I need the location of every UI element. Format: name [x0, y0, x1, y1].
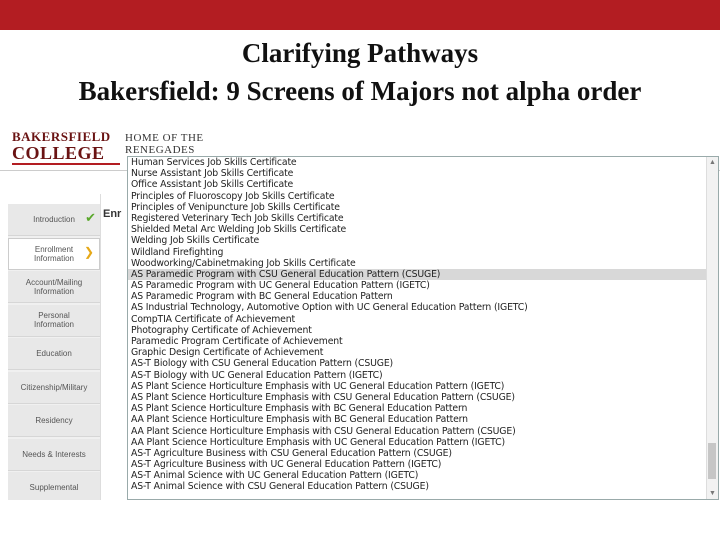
- dropdown-option[interactable]: Graphic Design Certificate of Achievemen…: [128, 347, 718, 358]
- sidebar-item-education[interactable]: Education: [8, 338, 100, 370]
- sidebar-item-label: Enrollment Information: [33, 244, 75, 263]
- dropdown-option[interactable]: AS Industrial Technology, Automotive Opt…: [128, 302, 718, 313]
- dropdown-option[interactable]: Human Services Job Skills Certificate: [128, 157, 718, 168]
- sidebar-item-citizenship[interactable]: Citizenship/Military: [8, 371, 100, 404]
- dropdown-option[interactable]: Principles of Venipuncture Job Skills Ce…: [128, 202, 718, 213]
- sidebar-item-account[interactable]: Account/Mailing Information: [8, 271, 100, 303]
- scrollbar[interactable]: ▲ ▼: [706, 157, 718, 499]
- scrollbar-thumb[interactable]: [708, 443, 716, 479]
- tagline-line-1: Home of the: [125, 132, 204, 144]
- dropdown-option[interactable]: AS Plant Science Horticulture Emphasis w…: [128, 403, 718, 414]
- dropdown-option[interactable]: Welding Job Skills Certificate: [128, 235, 718, 246]
- sidebar-item-label: Introduction: [33, 215, 75, 224]
- slide-title: Clarifying Pathways: [241, 38, 479, 68]
- logo-line-1: BAKERSFIELD: [12, 129, 111, 144]
- sidebar-item-needs[interactable]: Needs & Interests: [8, 438, 100, 471]
- sidebar-item-label: Citizenship/Military: [20, 382, 88, 392]
- tagline-line-2: Renegades: [125, 144, 195, 156]
- option-list: Human Services Job Skills Certificate Nur…: [128, 157, 718, 493]
- checkmark-icon: ✔: [85, 210, 96, 225]
- sidebar-item-label: Education: [36, 349, 72, 358]
- dropdown-option[interactable]: AS Paramedic Program with CSU General Ed…: [128, 268, 718, 281]
- dropdown-option[interactable]: Nurse Assistant Job Skills Certificate: [128, 168, 718, 179]
- dropdown-option[interactable]: AS-T Animal Science with UC General Educ…: [128, 470, 718, 481]
- dropdown-option[interactable]: Registered Veterinary Tech Job Skills Ce…: [128, 213, 718, 224]
- dropdown-option[interactable]: AS-T Agriculture Business with UC Genera…: [128, 459, 718, 470]
- dropdown-option[interactable]: CompTIA Certificate of Achievement: [128, 314, 718, 325]
- dropdown-option[interactable]: AS Plant Science Horticulture Emphasis w…: [128, 381, 718, 392]
- dropdown-option[interactable]: Shielded Metal Arc Welding Job Skills Ce…: [128, 224, 718, 235]
- step-sidebar: Introduction ✔ Enrollment Information ❯ …: [8, 204, 101, 500]
- scroll-down-icon[interactable]: ▼: [709, 490, 716, 497]
- dropdown-option[interactable]: Photography Certificate of Achievement: [128, 325, 718, 336]
- dropdown-option[interactable]: Paramedic Program Certificate of Achieve…: [128, 336, 718, 347]
- sidebar-item-label: Supplemental: [29, 483, 79, 492]
- dropdown-option[interactable]: AS-T Biology with UC General Education P…: [128, 370, 718, 381]
- dropdown-option[interactable]: AS Paramedic Program with BC General Edu…: [128, 291, 718, 302]
- dropdown-option[interactable]: AA Plant Science Horticulture Emphasis w…: [128, 426, 718, 437]
- sidebar-item-label: Residency: [35, 416, 73, 425]
- dropdown-option[interactable]: AS Plant Science Horticulture Emphasis w…: [128, 392, 718, 403]
- dropdown-option[interactable]: Woodworking/Cabinetmaking Job Skills Cer…: [128, 258, 718, 269]
- major-dropdown-list[interactable]: Human Services Job Skills Certificate Nur…: [127, 156, 719, 500]
- slide-subtitle: Bakersfield: 9 Screens of Majors not alp…: [78, 76, 642, 106]
- dropdown-option[interactable]: AS-T Animal Science with CSU General Edu…: [128, 481, 718, 492]
- dropdown-option[interactable]: AS-T Agriculture Business with CSU Gener…: [128, 448, 718, 459]
- sidebar-item-supplemental[interactable]: Supplemental: [8, 472, 100, 500]
- sidebar-item-enrollment[interactable]: Enrollment Information ❯: [8, 237, 100, 270]
- dropdown-option[interactable]: AA Plant Science Horticulture Emphasis w…: [128, 414, 718, 425]
- dropdown-option[interactable]: AS Paramedic Program with UC General Edu…: [128, 280, 718, 291]
- dropdown-option[interactable]: Principles of Fluoroscopy Job Skills Cer…: [128, 191, 718, 202]
- sidebar-item-label: Needs & Interests: [22, 449, 86, 459]
- dropdown-option[interactable]: Office Assistant Job Skills Certificate: [128, 179, 718, 190]
- chevron-right-icon: ❯: [83, 244, 94, 259]
- sidebar-item-residency[interactable]: Residency: [8, 405, 100, 437]
- sidebar-item-label: Account/Mailing Information: [25, 277, 83, 296]
- logo-line-2: COLLEGE: [12, 144, 120, 165]
- dropdown-option[interactable]: AS-T Biology with CSU General Education …: [128, 358, 718, 369]
- sidebar-item-personal[interactable]: Personal Information: [8, 304, 100, 337]
- sidebar-item-label: Personal Information: [33, 311, 75, 329]
- application-screenshot: BAKERSFIELD COLLEGE Home of the Renegade…: [0, 128, 720, 500]
- dropdown-option[interactable]: AA Plant Science Horticulture Emphasis w…: [128, 437, 718, 448]
- sidebar-item-introduction[interactable]: Introduction ✔: [8, 204, 100, 236]
- scroll-up-icon[interactable]: ▲: [709, 159, 716, 166]
- tagline: Home of the Renegades: [125, 132, 204, 156]
- top-accent-bar: [0, 0, 720, 30]
- college-logo: BAKERSFIELD COLLEGE: [12, 130, 120, 165]
- panel-title: Enr: [103, 208, 122, 220]
- dropdown-option[interactable]: Wildland Firefighting: [128, 247, 718, 258]
